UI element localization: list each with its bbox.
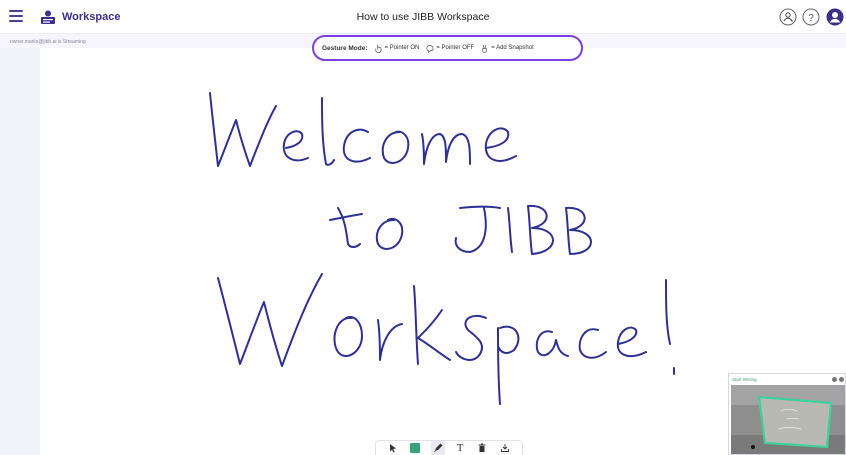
download-tool-button[interactable] <box>498 441 512 455</box>
gesture-mode-bar: Gesture Mode: = Pointer ON = Pointer OFF… <box>312 35 583 61</box>
download-icon <box>500 444 509 452</box>
color-picker-button[interactable] <box>408 441 422 455</box>
account-share-icon[interactable] <box>779 8 797 26</box>
top-bar: Workspace How to use JIBB Workspace ? <box>0 0 846 34</box>
svg-text:?: ? <box>808 13 814 24</box>
pointer-off-text: = Pointer OFF <box>436 45 475 51</box>
whiteboard-canvas[interactable] <box>40 48 846 455</box>
delete-icon <box>478 443 486 452</box>
camera-preview-controls <box>832 376 844 382</box>
document-title: How to use JIBB Workspace <box>356 11 490 23</box>
handwritten-welcome-drawing <box>209 92 675 405</box>
help-icon[interactable]: ? <box>802 8 820 26</box>
drawing-toolbar: T <box>375 440 523 455</box>
streaming-status: owner.marks@jibb.ai is Streaming <box>10 39 86 45</box>
workspace-app: Workspace How to use JIBB Workspace ? ow… <box>0 0 846 455</box>
color-swatch <box>410 443 421 453</box>
text-icon: T <box>456 442 464 454</box>
camera-preview[interactable]: Start Writing <box>728 373 846 455</box>
gesture-add-snapshot: = Add Snapshot <box>480 44 534 53</box>
hand-peace-icon <box>482 44 487 53</box>
camera-close-icon[interactable] <box>839 376 844 382</box>
select-arrow-icon <box>390 444 397 453</box>
pen-icon <box>433 443 443 453</box>
camera-feed-image <box>731 385 845 454</box>
add-snapshot-text: = Add Snapshot <box>491 45 534 51</box>
side-rail <box>0 48 40 455</box>
camera-preview-header: Start Writing <box>729 374 846 384</box>
pen-tool-button[interactable] <box>430 441 445 455</box>
camera-settings-icon[interactable] <box>832 376 837 382</box>
pointer-on-text: = Pointer ON <box>384 45 420 51</box>
hand-pointer-icon <box>374 44 381 53</box>
gesture-pointer-off: = Pointer OFF <box>425 44 474 53</box>
profile-avatar-icon[interactable] <box>826 8 844 26</box>
camera-preview-title: Start Writing <box>732 376 757 382</box>
gesture-mode-label: Gesture Mode: <box>322 44 368 52</box>
hand-open-icon <box>426 44 434 53</box>
delete-tool-button[interactable] <box>475 441 489 455</box>
gesture-pointer-on: = Pointer ON <box>374 44 420 53</box>
select-tool-button[interactable] <box>386 441 400 455</box>
text-tool-button[interactable]: T <box>453 441 467 455</box>
